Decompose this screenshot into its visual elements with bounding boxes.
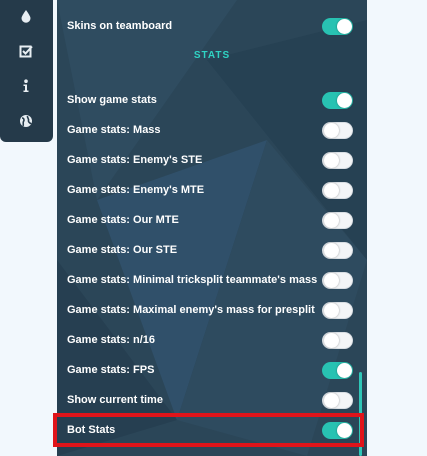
setting-label: Game stats: Minimal tricksplit teammate'…: [67, 274, 318, 286]
toggle-knob: [324, 273, 339, 288]
toggle-switch[interactable]: [322, 18, 353, 35]
setting-label: Game stats: Mass: [67, 124, 161, 136]
setting-label: Game stats: Our MTE: [67, 214, 179, 226]
toggle-switch[interactable]: [322, 422, 353, 439]
toggle-knob: [324, 183, 339, 198]
setting-row: Game stats: Our MTE: [57, 205, 357, 235]
setting-row: Game stats: Enemy's MTE: [57, 175, 357, 205]
setting-row: Show current time: [57, 385, 357, 415]
toggle-switch[interactable]: [322, 332, 353, 349]
setting-label: Game stats: Enemy's MTE: [67, 184, 205, 196]
toggle-switch[interactable]: [322, 212, 353, 229]
setting-label: Game stats: FPS: [67, 364, 155, 376]
globe-icon[interactable]: [15, 110, 37, 132]
toggle-switch[interactable]: [322, 242, 353, 259]
toggle-switch[interactable]: [322, 92, 353, 109]
toggle-knob: [324, 153, 339, 168]
setting-label: Show game stats: [67, 94, 157, 106]
setting-row: Game stats: Minimal tricksplit teammate'…: [57, 265, 357, 295]
toggle-switch[interactable]: [322, 392, 353, 409]
setting-row: Bot Stats: [57, 415, 357, 445]
setting-label: Show current time: [67, 394, 163, 406]
toggle-switch[interactable]: [322, 272, 353, 289]
sidebar-rail: [0, 0, 53, 142]
setting-row: Game stats: Maximal enemy's mass for pre…: [57, 295, 357, 325]
setting-label: Game stats: Enemy's STE: [67, 154, 203, 166]
toggle-switch[interactable]: [322, 362, 353, 379]
setting-label: Game stats: Our STE: [67, 244, 178, 256]
droplet-icon[interactable]: [15, 5, 37, 27]
setting-row: Game stats: Mass: [57, 115, 357, 145]
toggle-knob: [324, 213, 339, 228]
setting-row: Game stats: n/16: [57, 325, 357, 355]
setting-row: Game stats: FPS: [57, 355, 357, 385]
scrollbar-thumb[interactable]: [359, 372, 362, 456]
toggle-switch[interactable]: [322, 152, 353, 169]
settings-panel: Skins on teamboard STATS Show game stats…: [57, 0, 367, 456]
setting-label: Game stats: n/16: [67, 334, 156, 346]
setting-row: Game stats: Our STE: [57, 235, 357, 265]
toggle-knob: [324, 303, 339, 318]
setting-row: Show game stats: [57, 85, 357, 115]
toggle-knob: [337, 363, 352, 378]
setting-label: Game stats: Maximal enemy's mass for pre…: [67, 304, 315, 316]
toggle-knob: [337, 93, 352, 108]
setting-label: Skins on teamboard: [67, 20, 173, 32]
section-title-stats: STATS: [193, 50, 231, 61]
toggle-knob: [337, 19, 352, 34]
toggle-switch[interactable]: [322, 122, 353, 139]
toggle-knob: [324, 243, 339, 258]
toggle-knob: [324, 123, 339, 138]
toggle-knob: [337, 423, 352, 438]
toggle-knob: [324, 333, 339, 348]
setting-row-skins-on-teamboard: Skins on teamboard: [57, 11, 357, 41]
info-icon[interactable]: [15, 75, 37, 97]
toggle-switch[interactable]: [322, 182, 353, 199]
toggle-switch[interactable]: [322, 302, 353, 319]
setting-row: Game stats: Enemy's STE: [57, 145, 357, 175]
checkbox-icon[interactable]: [15, 40, 37, 62]
toggle-knob: [324, 393, 339, 408]
setting-label: Bot Stats: [67, 424, 116, 436]
